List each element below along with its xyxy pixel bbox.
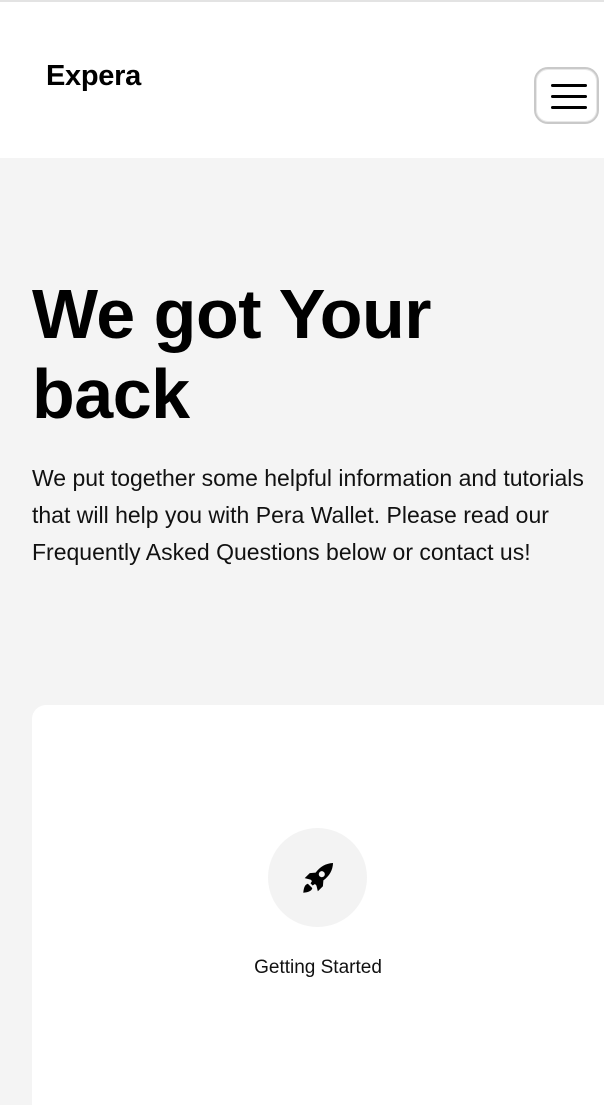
rocket-icon <box>302 862 333 893</box>
card-label: Getting Started <box>254 957 382 978</box>
hero-title: We got Your back <box>32 275 431 433</box>
site-header: Expera <box>0 2 604 158</box>
getting-started-card[interactable]: Getting Started <box>32 705 604 1105</box>
logo[interactable]: Expera <box>46 58 141 94</box>
hero-description: We put together some helpful information… <box>32 465 584 565</box>
menu-button[interactable] <box>534 67 599 124</box>
icon-circle <box>268 828 367 927</box>
